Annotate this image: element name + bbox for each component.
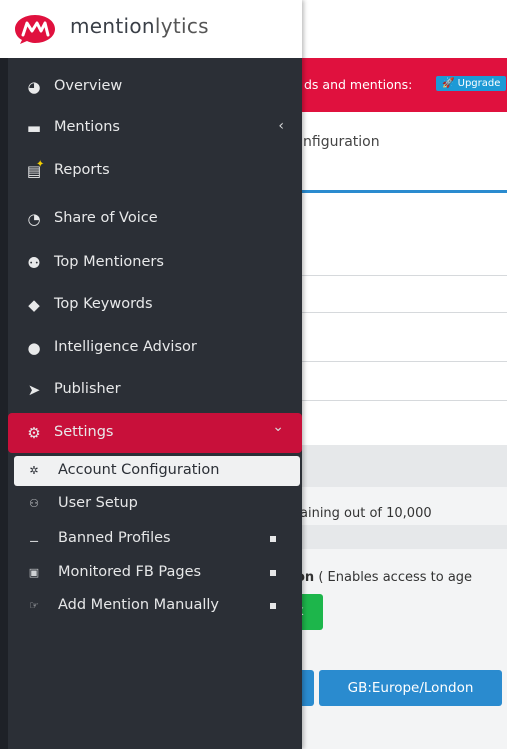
sidebar-item-label: Top Keywords (54, 296, 153, 312)
upgrade-label: Upgrade (457, 78, 501, 89)
sidebar-item-label: Publisher (54, 381, 121, 397)
sidebar-subitem-label: Monitored FB Pages (58, 564, 202, 580)
settings-row (290, 193, 507, 276)
mentionlytics-logo-icon (15, 15, 55, 44)
sidebar-subitem-user-setup[interactable]: ⚇ User Setup (8, 489, 302, 519)
sidebar-subitem-account-configuration[interactable]: ✲ Account Configuration (14, 456, 300, 486)
settings-row (290, 313, 507, 362)
sidebar-item-label: Intelligence Advisor (54, 339, 197, 355)
settings-row (290, 401, 507, 446)
send-icon: ➤ (27, 381, 41, 399)
mentions-remaining: aining out of 10,000 (300, 506, 432, 521)
alert-text: ds and mentions: (304, 77, 413, 92)
chevron-down-icon: ⌄ (272, 419, 284, 435)
brand-logo[interactable]: mentionlytics (0, 0, 302, 58)
sidebar-subitem-label: Banned Profiles (58, 530, 171, 546)
brand-name: mentionlytics (70, 14, 209, 38)
report-icon: ▤ ✦ (26, 159, 45, 180)
upgrade-alert: ds and mentions: 🚀 Upgrade (290, 58, 507, 112)
sidebar-item-reports[interactable]: ▤ ✦ Reports (8, 151, 302, 191)
feature-text: ( Enables access to age (314, 570, 473, 585)
sidebar-item-overview[interactable]: ◕ Overview (8, 67, 302, 107)
sidebar-subitem-banned-profiles[interactable]: ⚊ Banned Profiles (8, 524, 302, 554)
tab-account-configuration[interactable]: nfiguration (303, 134, 380, 150)
sidebar-item-label: Top Mentioners (54, 254, 164, 270)
sidebar-item-label: Reports (54, 162, 110, 178)
pie-chart-icon: ◔ (27, 210, 41, 228)
sidebar-item-mentions[interactable]: ▬ Mentions ‹ (8, 108, 302, 148)
timezone-button[interactable]: GB:Europe/London (319, 670, 502, 706)
sidebar-subitem-label: User Setup (58, 495, 138, 511)
users-small-icon: ⚇ (29, 497, 39, 510)
tab-bar: nfiguration (290, 112, 507, 193)
sidebar-edge (0, 58, 8, 749)
sidebar-subitem-monitored-fb-pages[interactable]: ▣ Monitored FB Pages (8, 558, 302, 588)
sidebar-subitem-label: Add Mention Manually (58, 597, 219, 613)
facebook-icon: ▣ (28, 566, 40, 579)
user-ban-icon: ⚊ (29, 532, 39, 545)
sidebar-item-label: Mentions (54, 119, 120, 135)
settings-row (290, 276, 507, 313)
tags-icon: ◆ (28, 296, 40, 314)
comment-icon: ▬ (26, 119, 42, 137)
cogs-icon: ⚙ (27, 424, 41, 442)
sidebar-item-label: Settings (54, 424, 114, 440)
chevron-left-icon: ‹ (278, 118, 284, 134)
sidebar-item-label: Share of Voice (54, 210, 158, 226)
brain-icon: ● (27, 339, 41, 357)
users-icon: ⚉ (27, 254, 41, 272)
cog-icon: ✲ (29, 464, 39, 477)
sidebar-item-intelligence-advisor[interactable]: ● Intelligence Advisor (8, 328, 302, 368)
divider (290, 525, 507, 549)
square-icon (270, 536, 276, 542)
hand-pointer-icon: ☞ (29, 599, 39, 612)
sidebar-subitem-add-mention-manually[interactable]: ☞ Add Mention Manually (8, 591, 302, 621)
square-icon (270, 570, 276, 576)
sidebar-item-publisher[interactable]: ➤ Publisher (8, 370, 302, 410)
sidebar: mentionlytics ◕ Overview ▬ Mentions ‹ ▤ ✦… (0, 0, 302, 749)
square-icon (270, 603, 276, 609)
sidebar-item-top-keywords[interactable]: ◆ Top Keywords (8, 285, 302, 325)
settings-row (290, 362, 507, 401)
sidebar-item-top-mentioners[interactable]: ⚉ Top Mentioners (8, 243, 302, 283)
sidebar-subitem-label: Account Configuration (58, 462, 220, 478)
top-bar (290, 0, 507, 58)
feature-description: on ( Enables access to age (296, 570, 472, 585)
sidebar-item-share-of-voice[interactable]: ◔ Share of Voice (8, 199, 302, 239)
upgrade-button[interactable]: 🚀 Upgrade (436, 76, 507, 91)
section-header (290, 445, 507, 487)
sidebar-item-label: Overview (54, 78, 123, 94)
dashboard-icon: ◕ (27, 78, 41, 96)
sidebar-item-settings[interactable]: ⚙ Settings ⌄ (8, 413, 302, 453)
